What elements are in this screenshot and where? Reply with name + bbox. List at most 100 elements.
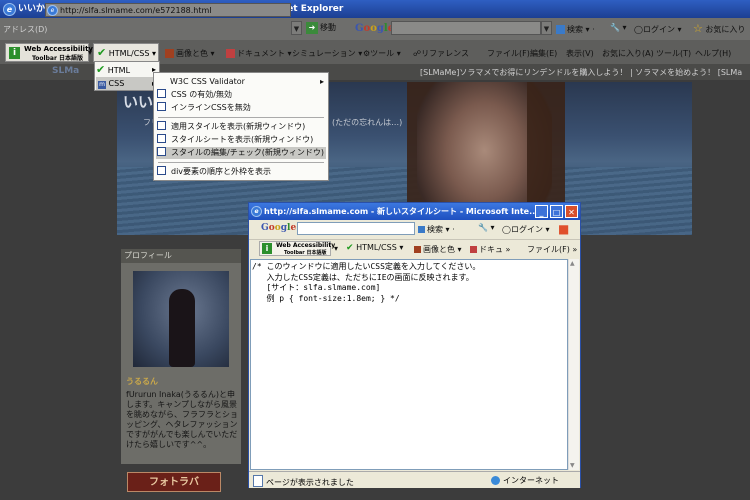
google-search-label: 検索 bbox=[567, 25, 583, 34]
profile-text: fUrurun Inaka(うるるん)と申します。キャンプしながら風景を眺めなが… bbox=[126, 390, 238, 449]
editor-line: [サイト：slfa.slmame.com] bbox=[252, 283, 381, 292]
wat-dropdown-arrow[interactable]: ▾ bbox=[88, 48, 92, 57]
references-menu[interactable]: ☍リファレンス bbox=[413, 48, 469, 59]
popup-html-css-menu[interactable]: ✔ HTML/CSS ▾ bbox=[346, 243, 403, 253]
menu-item-disable-inline-css-label: インラインCSSを無効 bbox=[171, 103, 251, 112]
document-icon bbox=[470, 246, 477, 253]
google-search-dropdown[interactable]: ▼ bbox=[541, 21, 552, 35]
links-icon: ☍ bbox=[413, 49, 422, 58]
google-logo: Google bbox=[355, 23, 394, 34]
popup-menu-file-label: ファイル(F) bbox=[527, 245, 570, 254]
menu-item-show-applied-styles[interactable]: 適用スタイルを表示(新規ウィンドウ) bbox=[156, 121, 326, 133]
references-label: リファレンス bbox=[421, 49, 469, 58]
menu-edit[interactable]: 編集(E) bbox=[530, 48, 557, 59]
menu-separator bbox=[158, 162, 324, 163]
zone-text: インターネット bbox=[503, 476, 559, 485]
window-icon bbox=[157, 121, 166, 130]
google-tools-button[interactable]: 🔧 ▾ bbox=[610, 23, 627, 32]
document-menu[interactable]: ドキュメント ▾ bbox=[226, 48, 292, 59]
minimize-button[interactable]: _ bbox=[535, 205, 548, 218]
image-icon bbox=[414, 246, 421, 253]
menu-item-show-stylesheet-label: スタイルシートを表示(新規ウィンドウ) bbox=[171, 135, 314, 144]
circle-icon: ◯ bbox=[502, 225, 511, 234]
menu-item-show-div-order[interactable]: div要素の順序と外枠を表示 bbox=[156, 166, 326, 178]
scroll-down-icon[interactable]: ▼ bbox=[570, 462, 575, 469]
popup-login-button[interactable]: ◯ログイン ▾ bbox=[502, 224, 550, 235]
circle-icon: ◯ bbox=[634, 25, 643, 34]
image-icon bbox=[165, 49, 174, 58]
menu-item-css[interactable]: m CSS▸ bbox=[96, 77, 158, 90]
popup-html-css-label: HTML/CSS bbox=[356, 243, 397, 252]
popup-login-label: ログイン bbox=[510, 225, 543, 234]
popup-wat-dropdown-arrow[interactable]: ▾ bbox=[334, 244, 338, 253]
menu-favorites[interactable]: お気に入り(A) bbox=[602, 48, 654, 59]
simulation-menu[interactable]: シミュレーション ▾ bbox=[292, 48, 362, 59]
address-input[interactable]: e http://slfa.slmame.com/e572188.html bbox=[45, 3, 291, 17]
menu-item-show-stylesheet[interactable]: スタイルシートを表示(新規ウィンドウ) bbox=[156, 134, 326, 146]
menu-item-edit-check-style[interactable]: スタイルの編集/チェック(新規ウィンドウ) bbox=[156, 147, 326, 159]
info-icon: i bbox=[262, 243, 272, 254]
wat-subtitle: Toolbar 日本語版 bbox=[32, 55, 83, 62]
popup-google-search-button[interactable]: 検索 ▾ · bbox=[418, 224, 455, 235]
popup-wat-logo-button[interactable]: i Web Accessibility Toolbar 日本語版 bbox=[259, 241, 335, 256]
profile-name[interactable]: うるるん bbox=[126, 376, 158, 387]
menu-item-css-toggle[interactable]: CSS の有効/無効 bbox=[156, 89, 326, 101]
menu-item-css-toggle-label: CSS の有効/無効 bbox=[171, 90, 232, 99]
google-logo: Google bbox=[261, 223, 297, 233]
html-css-dropdown: ✔ HTML▸ m CSS▸ bbox=[94, 61, 160, 91]
google-login-button[interactable]: ◯ログイン ▾ bbox=[634, 24, 682, 35]
profile-image bbox=[133, 271, 229, 367]
google-favorites-button[interactable]: ☆ お気に入り bbox=[693, 22, 745, 35]
images-colors-menu[interactable]: 画像と色 ▾ bbox=[165, 48, 215, 59]
globe-icon bbox=[491, 476, 500, 485]
popup-images-colors-menu[interactable]: 画像と色 ▾ bbox=[414, 244, 462, 255]
css-submenu: W3C CSS Validator ▸ CSS の有効/無効 インラインCSSを無… bbox=[153, 72, 329, 181]
popup-search-label: 検索 bbox=[427, 225, 443, 234]
profile-figure bbox=[169, 289, 195, 367]
ie-logo-icon: e bbox=[3, 3, 16, 16]
menu-view[interactable]: 表示(V) bbox=[566, 48, 594, 59]
profile-heading: プロフィール bbox=[121, 249, 241, 263]
address-dropdown-button[interactable]: ▼ bbox=[291, 21, 302, 35]
menu-item-css-label: CSS bbox=[108, 79, 125, 88]
wrench-icon: 🔧 bbox=[610, 23, 620, 32]
css-icon: m bbox=[98, 81, 106, 89]
menu-item-disable-inline-css[interactable]: インラインCSSを無効 bbox=[156, 102, 326, 114]
popup-wat-subtitle: Toolbar 日本語版 bbox=[284, 250, 327, 256]
blog-subtitle-tail: (ただの忘れんは…) bbox=[332, 118, 403, 127]
blog-title[interactable]: いい bbox=[123, 91, 153, 112]
popup-document-menu[interactable]: ドキュ » bbox=[470, 244, 510, 255]
editor-scrollbar[interactable]: ▲ ▼ bbox=[568, 259, 579, 470]
search-icon bbox=[418, 226, 425, 233]
windows-logo-icon: ■ bbox=[558, 222, 570, 236]
photo-rally-button[interactable]: フォトラバ bbox=[127, 472, 221, 492]
popup-google-search-input[interactable] bbox=[297, 222, 415, 235]
popup-tools-button[interactable]: 🔧 ▾ bbox=[478, 223, 495, 232]
menu-item-html[interactable]: ✔ HTML ▸ bbox=[96, 63, 158, 76]
close-button[interactable]: ✕ bbox=[565, 205, 578, 218]
ie-logo-icon: e bbox=[251, 206, 262, 217]
wat-logo-button[interactable]: i Web Accessibility Toolbar 日本語版 bbox=[5, 43, 93, 62]
menu-item-css-validator[interactable]: W3C CSS Validator ▸ bbox=[156, 76, 326, 88]
window-icon bbox=[157, 102, 166, 111]
site-logo[interactable]: SLMa bbox=[52, 66, 79, 76]
html-css-menu-button[interactable]: ✔ HTML/CSS ▾ bbox=[93, 43, 159, 62]
document-label: ドキュメント bbox=[237, 49, 285, 58]
google-search-button[interactable]: 検索 ▾ · bbox=[556, 24, 595, 35]
scroll-up-icon[interactable]: ▲ bbox=[570, 260, 575, 267]
star-icon: ☆ bbox=[693, 22, 703, 35]
maximize-button[interactable]: □ bbox=[550, 205, 563, 218]
address-label: アドレス(D) bbox=[3, 25, 48, 34]
menu-help[interactable]: ヘルプ(H) bbox=[695, 48, 731, 59]
popup-wat-title: Web Accessibility bbox=[276, 242, 336, 249]
menu-file[interactable]: ファイル(F) bbox=[487, 48, 530, 59]
go-button[interactable]: ➜ 移動 bbox=[306, 22, 336, 34]
wat-title: Web Accessibility bbox=[24, 45, 93, 53]
google-search-input[interactable] bbox=[391, 21, 541, 35]
header-marquee[interactable]: [SLMaMe]ソラマメでお得にリンデンドルを購入しよう！ | ソラマメを始めよ… bbox=[420, 67, 742, 78]
address-url: http://slfa.slmame.com/e572188.html bbox=[60, 6, 212, 15]
status-text: ページが表示されました bbox=[266, 478, 354, 487]
menu-tools[interactable]: ツール(T) bbox=[656, 48, 691, 59]
popup-menu-file[interactable]: ファイル(F) » bbox=[527, 244, 577, 255]
tools-menu[interactable]: ⚙ツール ▾ bbox=[363, 48, 401, 59]
